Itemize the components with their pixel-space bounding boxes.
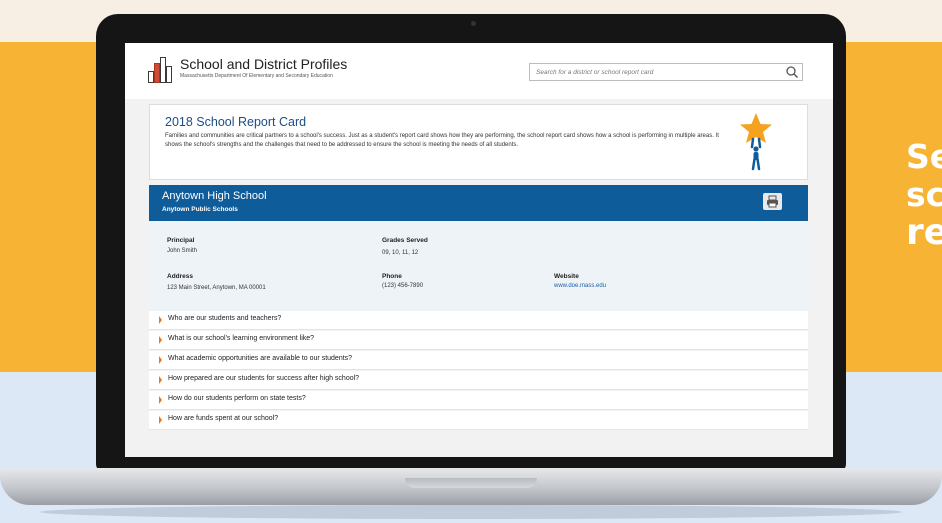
site-title[interactable]: School and District Profiles	[180, 56, 347, 72]
school-info-panel: Principal John Smith Grades Served 09, 1…	[149, 221, 808, 311]
accordion-item-funds[interactable]: How are funds spent at our school?	[149, 411, 808, 430]
laptop-shadow	[40, 505, 902, 519]
chevron-right-icon	[159, 316, 162, 324]
page-title: 2018 School Report Card	[165, 115, 307, 129]
chevron-right-icon	[159, 376, 162, 384]
address-label: Address	[167, 273, 194, 280]
intro-card: 2018 School Report Card Families and com…	[149, 104, 808, 180]
promo-line-1: Se	[906, 137, 942, 176]
intro-text: Families and communities are critical pa…	[165, 133, 719, 148]
grades-value: 09, 10, 11, 12	[382, 250, 419, 256]
chevron-right-icon	[159, 416, 162, 424]
main-content: 2018 School Report Card Families and com…	[125, 99, 833, 457]
accordion-label: Who are our students and teachers?	[168, 315, 282, 322]
accordion-item-success-after-high-school[interactable]: How prepared are our students for succes…	[149, 371, 808, 390]
address-value: 123 Main Street, Anytown, MA 00001	[167, 285, 266, 291]
accordion-item-academic-opportunities[interactable]: What academic opportunities are availabl…	[149, 351, 808, 370]
school-name: Anytown High School	[162, 190, 267, 202]
principal-label: Principal	[167, 237, 195, 244]
accordion-label: How are funds spent at our school?	[168, 415, 279, 422]
search-box	[529, 63, 803, 81]
website-link[interactable]: www.doe.mass.edu	[554, 283, 606, 289]
website-label: Website	[554, 273, 579, 280]
phone-value: (123) 456-7890	[382, 283, 424, 289]
site-logo-icon[interactable]	[148, 55, 174, 83]
print-button[interactable]	[763, 193, 782, 210]
phone-label: Phone	[382, 273, 402, 280]
accordion-item-students-teachers[interactable]: Who are our students and teachers?	[149, 311, 808, 330]
school-header: Anytown High School Anytown Public Schoo…	[149, 185, 808, 221]
accordion-item-state-tests[interactable]: How do our students perform on state tes…	[149, 391, 808, 410]
accordion-item-learning-environment[interactable]: What is our school's learning environmen…	[149, 331, 808, 350]
promo-line-3: re	[906, 212, 942, 253]
accordion-label: How prepared are our students for succes…	[168, 375, 360, 382]
promo-text: Se sc re	[906, 138, 942, 252]
chevron-right-icon	[159, 336, 162, 344]
laptop-screen: School and District Profiles Massachuset…	[125, 43, 833, 457]
star-person-icon	[736, 111, 776, 173]
laptop-camera	[471, 21, 476, 26]
site-subtitle: Massachusetts Department Of Elementary a…	[180, 73, 333, 79]
search-icon[interactable]	[784, 64, 800, 80]
search-input[interactable]	[536, 66, 776, 78]
accordion-label: What academic opportunities are availabl…	[168, 355, 353, 362]
chevron-right-icon	[159, 396, 162, 404]
principal-value: John Smith	[167, 248, 198, 254]
laptop-notch	[405, 478, 537, 488]
print-icon	[767, 195, 778, 208]
chevron-right-icon	[159, 356, 162, 364]
grades-label: Grades Served	[382, 237, 428, 244]
promo-line-2: sc	[906, 175, 942, 214]
site-header: School and District Profiles Massachuset…	[125, 43, 833, 99]
district-name[interactable]: Anytown Public Schools	[162, 206, 238, 213]
accordion-label: What is our school's learning environmen…	[168, 335, 315, 342]
accordion-label: How do our students perform on state tes…	[168, 395, 306, 402]
